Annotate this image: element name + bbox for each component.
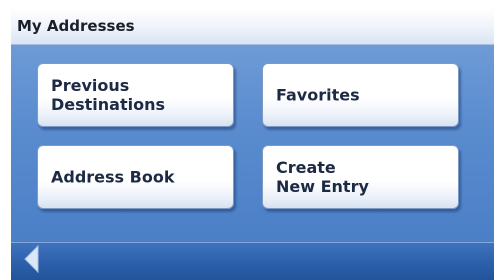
address-book-label: Address Book [51, 167, 175, 187]
previous-destinations-button[interactable]: Previous Destinations [37, 63, 234, 127]
favorites-button[interactable]: Favorites [262, 63, 459, 127]
bottom-bar [11, 242, 494, 280]
create-new-entry-label: Create New Entry [276, 158, 369, 196]
address-book-button[interactable]: Address Book [37, 145, 234, 209]
app-screen: My Addresses [11, 8, 494, 280]
back-button[interactable] [22, 244, 44, 274]
favorites-label: Favorites [276, 85, 360, 105]
create-new-entry-button[interactable]: Create New Entry [262, 145, 459, 209]
title-bar: My Addresses [11, 8, 494, 45]
previous-destinations-label: Previous Destinations [51, 76, 166, 114]
page-title: My Addresses [17, 17, 135, 35]
back-arrow-icon [24, 244, 39, 274]
